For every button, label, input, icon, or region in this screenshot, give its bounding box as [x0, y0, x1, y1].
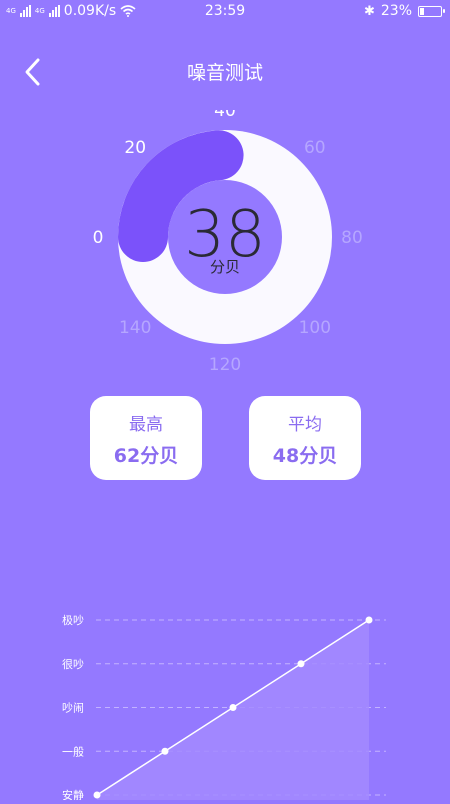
y-tick-label: 吵闹 — [62, 702, 84, 715]
app-header: 噪音测试 — [0, 48, 450, 96]
gauge-tick-label: 120 — [209, 355, 241, 375]
chart-graphic: 安静 一般 吵闹 很吵 极吵 — [62, 613, 386, 804]
status-right: ✱ 23% — [363, 3, 445, 19]
status-bar: 4G 4G 0.09K/s 23:59 ✱ 23% — [0, 0, 450, 24]
gauge-tick-label: 60 — [304, 138, 326, 158]
chart-point — [229, 704, 237, 711]
gauge-tick-label: 100 — [299, 318, 331, 338]
y-tick-label: 安静 — [62, 788, 84, 800]
noise-level-chart: 安静 一般 吵闹 很吵 极吵 — [0, 590, 450, 804]
max-value: 62分贝 — [113, 445, 179, 467]
chart-point — [161, 747, 169, 755]
battery-percent: 23% — [380, 3, 412, 19]
page-title: 噪音测试 — [186, 62, 263, 84]
y-tick-label: 一般 — [62, 745, 84, 758]
gauge-tick-label: 140 — [119, 318, 151, 338]
bluetooth-icon: ✱ — [363, 3, 375, 19]
max-label: 最高 — [129, 415, 163, 435]
gauge-tick-label: 40 — [214, 110, 236, 121]
battery-level — [420, 7, 424, 15]
chart-point — [93, 791, 101, 799]
chart-point — [297, 660, 305, 668]
chart-point — [365, 616, 373, 624]
avg-stat-card: 平均 48分贝 — [249, 396, 361, 480]
battery-icon — [418, 5, 445, 17]
gauge-unit: 分贝 — [209, 258, 240, 276]
avg-value: 48分贝 — [272, 445, 338, 467]
y-tick-label: 极吵 — [62, 613, 84, 627]
gauge-tick-label: 20 — [124, 138, 146, 158]
y-tick-label: 很吵 — [62, 657, 84, 671]
noise-gauge: 0 20 40 60 80 100 120 140 38 分贝 — [0, 101, 450, 380]
avg-label: 平均 — [288, 415, 322, 435]
max-stat-card: 最高 62分贝 — [90, 396, 202, 480]
